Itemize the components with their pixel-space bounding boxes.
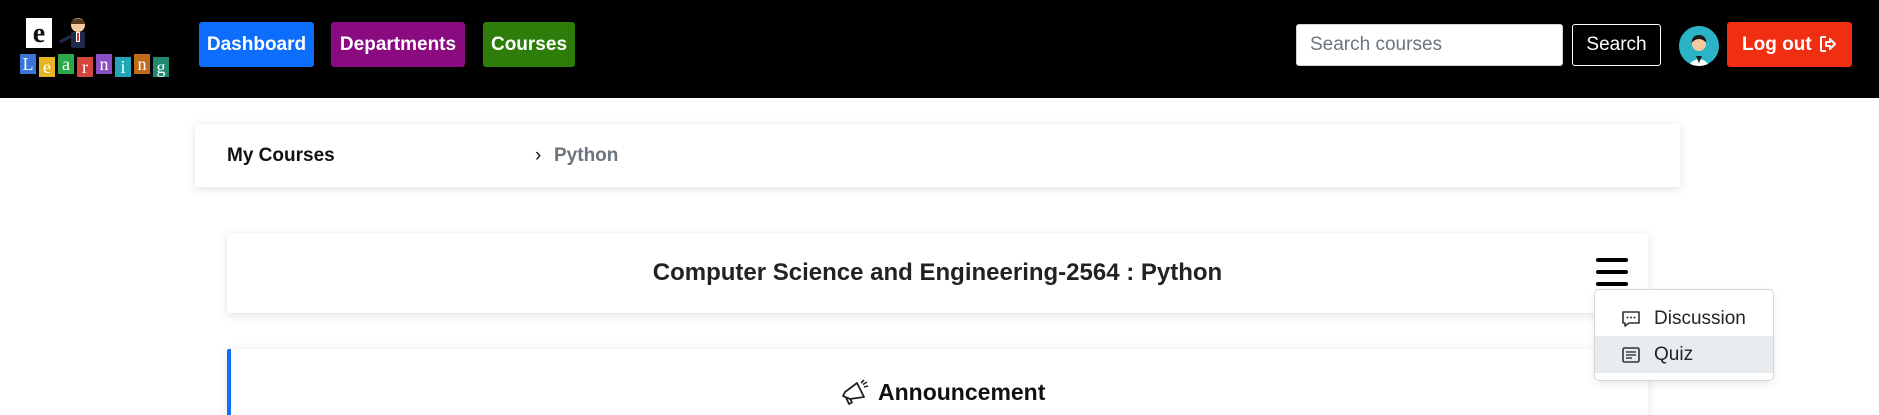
top-navbar: e Learning Dashboard Departments Courses… <box>0 0 1879 98</box>
megaphone-icon <box>842 379 869 405</box>
course-title-card: Computer Science and Engineering-2564 : … <box>227 233 1648 313</box>
logo-word: Learning <box>16 54 172 77</box>
document-icon <box>1622 347 1640 363</box>
chat-icon <box>1622 311 1640 327</box>
courses-button[interactable]: Courses <box>483 22 575 67</box>
course-menu-dropdown: Discussion Quiz <box>1594 289 1774 381</box>
user-avatar[interactable] <box>1679 26 1719 66</box>
logo-letter-tile: a <box>58 54 74 74</box>
breadcrumb-my-courses-link[interactable]: My Courses <box>227 124 335 187</box>
course-title: Computer Science and Engineering-2564 : … <box>652 259 1223 286</box>
announcement-title: Announcement <box>878 379 1046 405</box>
search-input[interactable] <box>1296 24 1563 66</box>
breadcrumb-current: Python <box>554 145 619 166</box>
dropdown-item-discussion[interactable]: Discussion <box>1595 300 1773 337</box>
logout-icon <box>1819 36 1836 52</box>
departments-button[interactable]: Departments <box>331 22 465 67</box>
search-button[interactable]: Search <box>1572 24 1661 66</box>
hamburger-menu-icon[interactable] <box>1596 258 1628 286</box>
breadcrumb: My Courses › Python <box>195 124 1680 187</box>
elearning-logo[interactable]: e Learning <box>16 16 172 77</box>
dashboard-button[interactable]: Dashboard <box>199 22 314 67</box>
logo-letter-tile: n <box>96 54 112 74</box>
dropdown-item-quiz[interactable]: Quiz <box>1595 336 1773 373</box>
logout-button[interactable]: Log out <box>1727 22 1852 67</box>
logo-letter-tile: g <box>153 57 169 77</box>
logo-letter-tile: i <box>115 57 131 77</box>
dropdown-label-discussion: Discussion <box>1654 308 1746 329</box>
logo-letter-tile: L <box>20 54 36 74</box>
svg-text:e: e <box>33 18 45 49</box>
logo-letter-tile: n <box>134 54 150 74</box>
logo-letter-tile: e <box>39 57 55 77</box>
announcement-card: Announcement <box>227 349 1648 415</box>
logout-label: Log out <box>1742 34 1812 55</box>
dropdown-label-quiz: Quiz <box>1654 344 1694 365</box>
breadcrumb-separator: › <box>535 145 542 166</box>
logo-letter-tile: r <box>77 57 93 77</box>
avatar-icon <box>1679 26 1719 66</box>
